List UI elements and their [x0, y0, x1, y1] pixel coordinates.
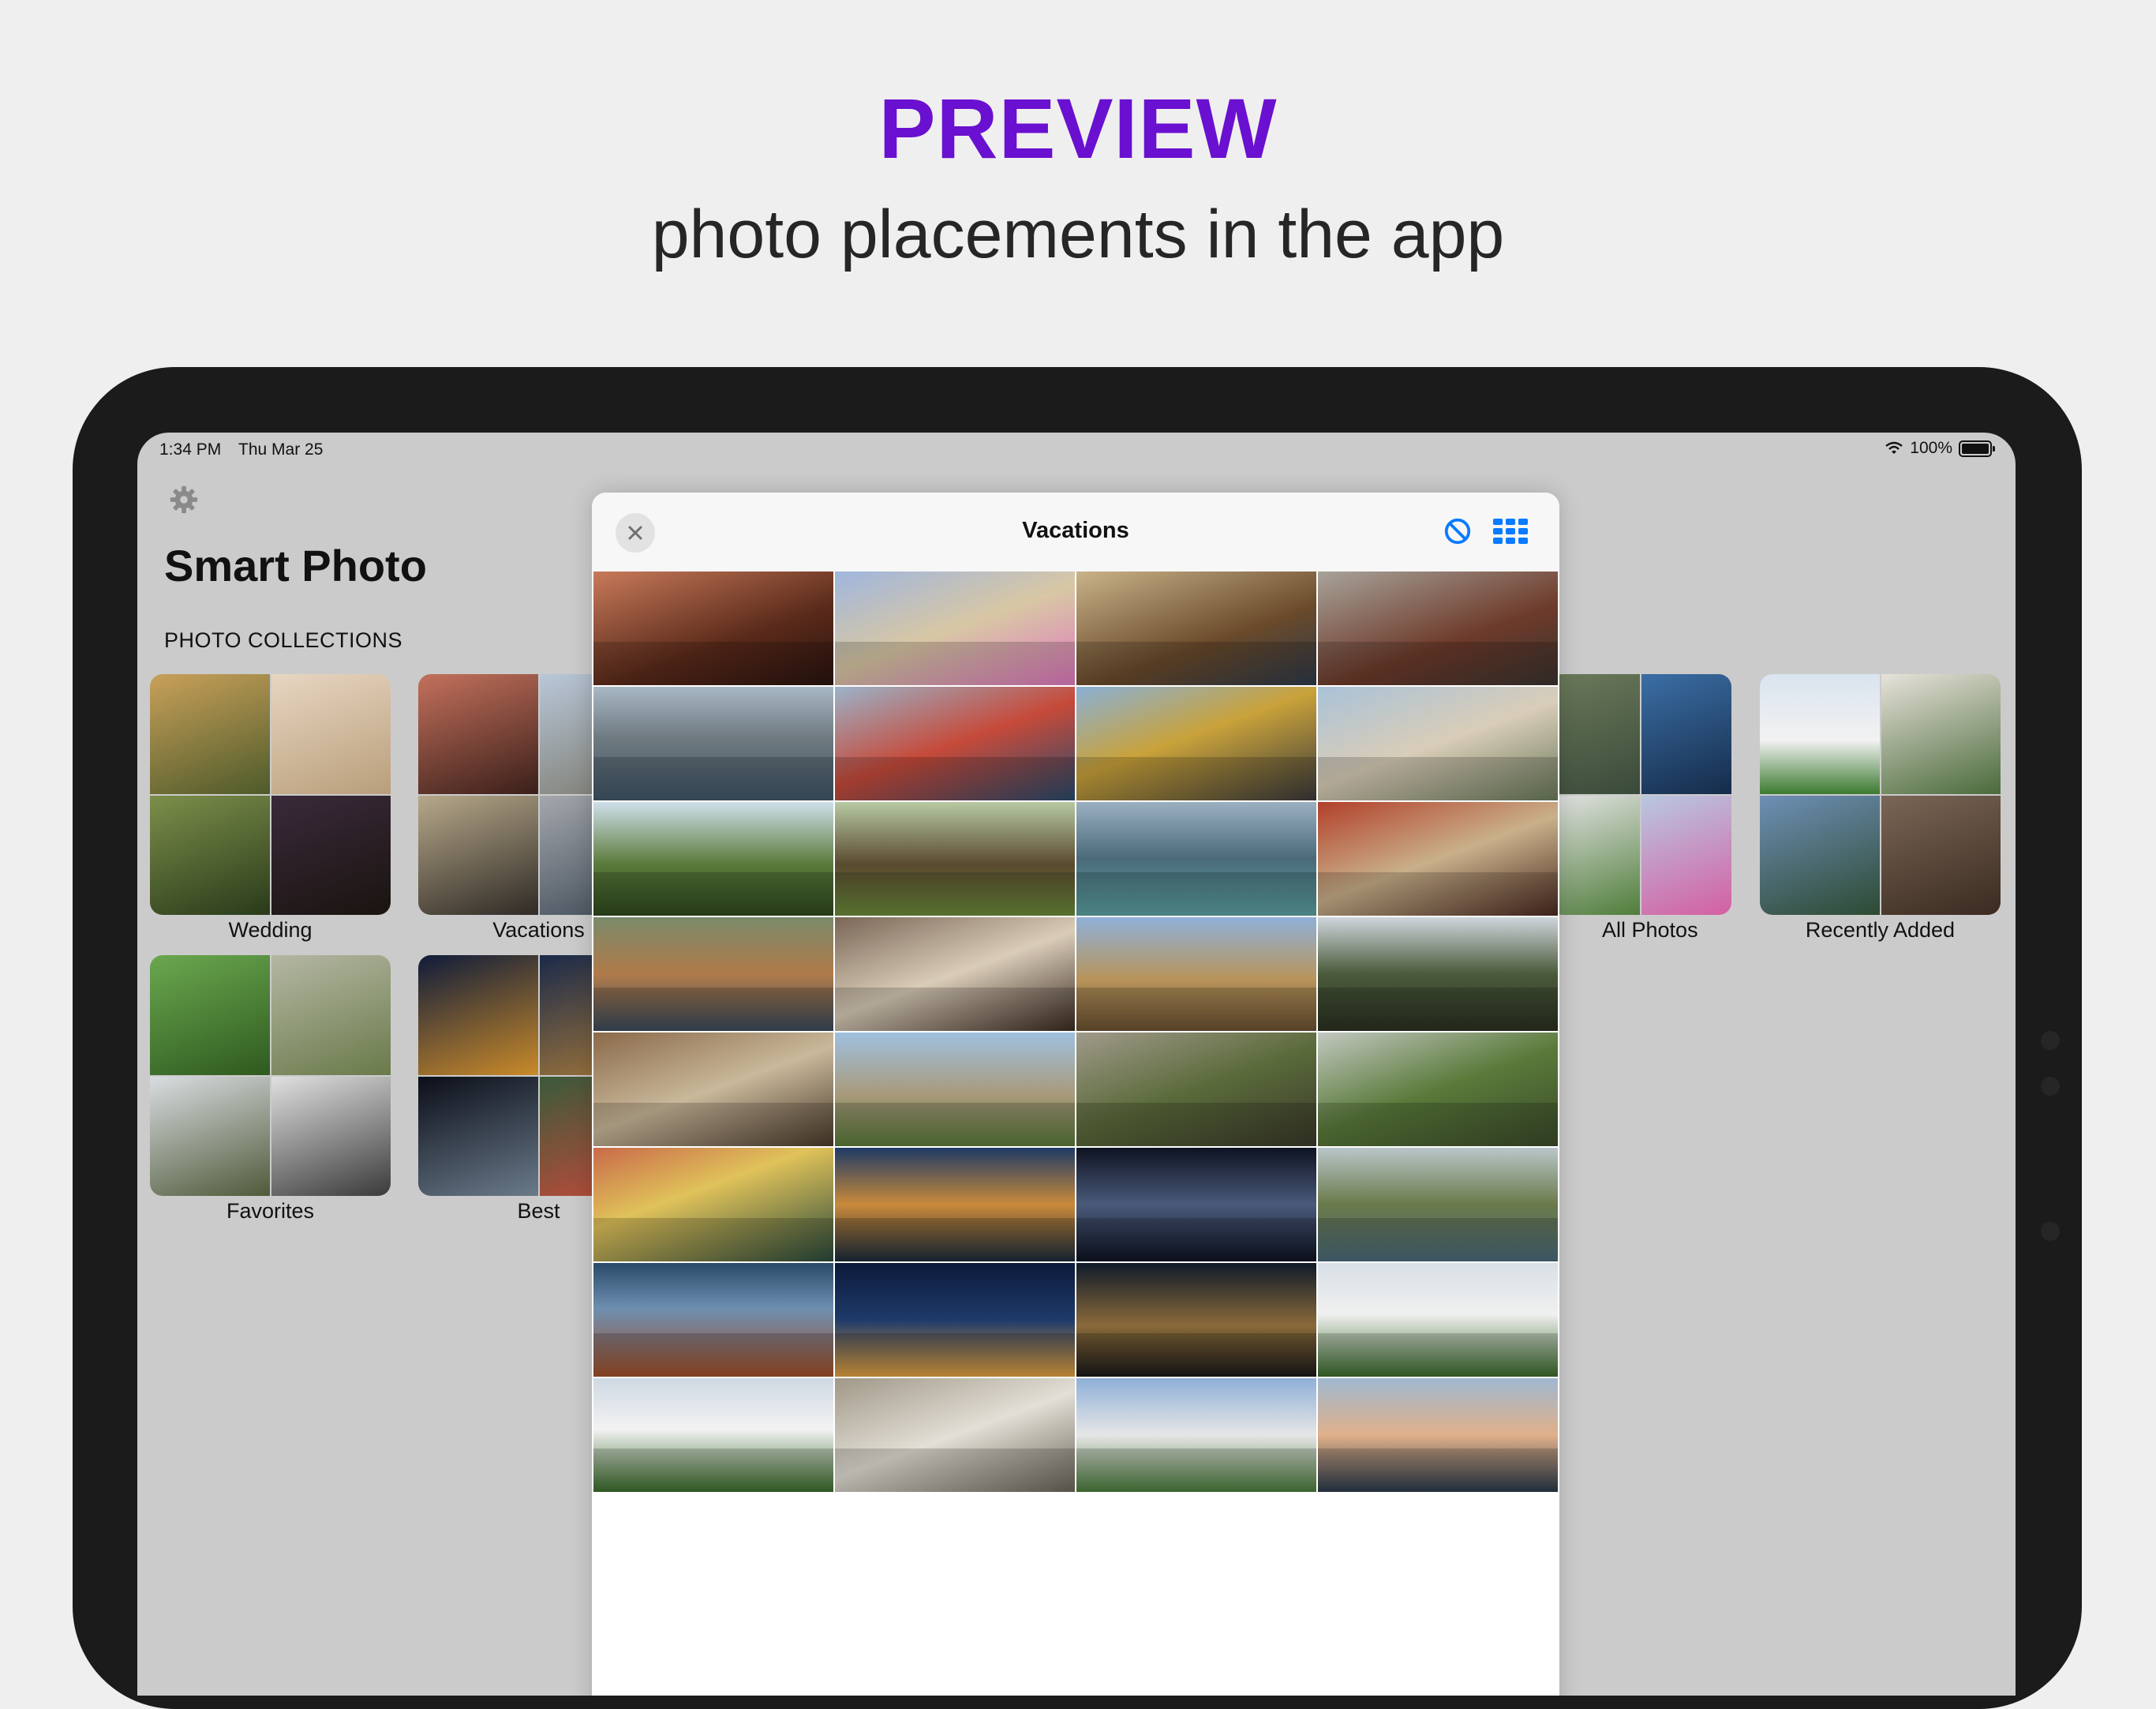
photo-tile[interactable] [593, 572, 833, 685]
album-all-photos[interactable]: All Photos [1550, 674, 1731, 943]
album-recently-added[interactable]: Recently Added [1760, 674, 2001, 943]
album-title: Recently Added [1805, 918, 1956, 942]
album-thumbnail [150, 955, 391, 1196]
photo-tile[interactable] [1076, 1033, 1316, 1146]
photo-tile[interactable] [835, 917, 1075, 1031]
battery-icon [1959, 440, 1995, 457]
photo-tile[interactable] [1318, 1378, 1558, 1492]
photo-tile[interactable] [593, 802, 833, 916]
hero-subtitle: photo placements in the app [651, 197, 1505, 272]
photo-tile[interactable] [1076, 917, 1316, 1031]
photo-tile[interactable] [1076, 802, 1316, 916]
photo-tile[interactable] [1076, 687, 1316, 800]
photo-tile[interactable] [1076, 572, 1316, 685]
album-thumbnail [1760, 674, 2001, 915]
status-date: Thu Mar 25 [238, 440, 324, 459]
photo-tile[interactable] [593, 1378, 833, 1492]
photo-tile[interactable] [835, 572, 1075, 685]
ipad-screen: 1:34 PM Thu Mar 25 100% Smart Photo PHOT… [137, 433, 2016, 1696]
photo-tile[interactable] [1076, 1148, 1316, 1261]
photo-tile[interactable] [835, 1378, 1075, 1492]
album-modal: Vacations [592, 493, 1559, 1696]
photo-grid [592, 572, 1559, 1492]
side-dot [2041, 1077, 2060, 1096]
status-time: 1:34 PM [159, 440, 222, 459]
album-thumbnail [1550, 674, 1731, 915]
photo-tile[interactable] [593, 1263, 833, 1377]
modal-title: Vacations [1022, 518, 1129, 543]
photo-tile[interactable] [1318, 1263, 1558, 1377]
photo-tile[interactable] [835, 1263, 1075, 1377]
hero-title: PREVIEW [878, 81, 1278, 176]
gear-icon[interactable] [169, 485, 199, 515]
photo-tile[interactable] [835, 1148, 1075, 1261]
photo-tile[interactable] [1076, 1263, 1316, 1377]
photo-tile[interactable] [1318, 1148, 1558, 1261]
album-title: All Photos [1602, 918, 1698, 942]
wifi-icon [1885, 441, 1903, 454]
photo-tile[interactable] [1318, 572, 1558, 685]
photo-tile[interactable] [593, 1148, 833, 1261]
album-favorites[interactable]: Favorites [150, 955, 391, 1224]
photo-tile[interactable] [835, 1033, 1075, 1146]
side-dot [2041, 1222, 2060, 1241]
photo-tile[interactable] [1318, 1033, 1558, 1146]
ban-icon[interactable] [1443, 516, 1473, 546]
battery-percent: 100% [1910, 439, 1952, 457]
photo-tile[interactable] [1318, 802, 1558, 916]
photo-tile[interactable] [593, 917, 833, 1031]
album-title: Wedding [228, 918, 313, 942]
grid-icon[interactable] [1493, 519, 1528, 544]
album-thumbnail [150, 674, 391, 915]
photo-tile[interactable] [593, 687, 833, 800]
app-title: Smart Photo [164, 541, 427, 590]
photo-tile[interactable] [593, 1033, 833, 1146]
modal-header: Vacations [592, 493, 1559, 572]
side-dot [2041, 1031, 2060, 1050]
album-wedding[interactable]: Wedding [150, 674, 391, 943]
photo-tile[interactable] [1318, 917, 1558, 1031]
photo-tile[interactable] [1318, 687, 1558, 800]
photo-tile[interactable] [835, 802, 1075, 916]
album-title: Favorites [226, 1199, 315, 1223]
section-label: PHOTO COLLECTIONS [164, 628, 403, 652]
photo-tile[interactable] [835, 687, 1075, 800]
photo-tile[interactable] [1076, 1378, 1316, 1492]
status-bar: 1:34 PM Thu Mar 25 100% [137, 433, 2016, 464]
